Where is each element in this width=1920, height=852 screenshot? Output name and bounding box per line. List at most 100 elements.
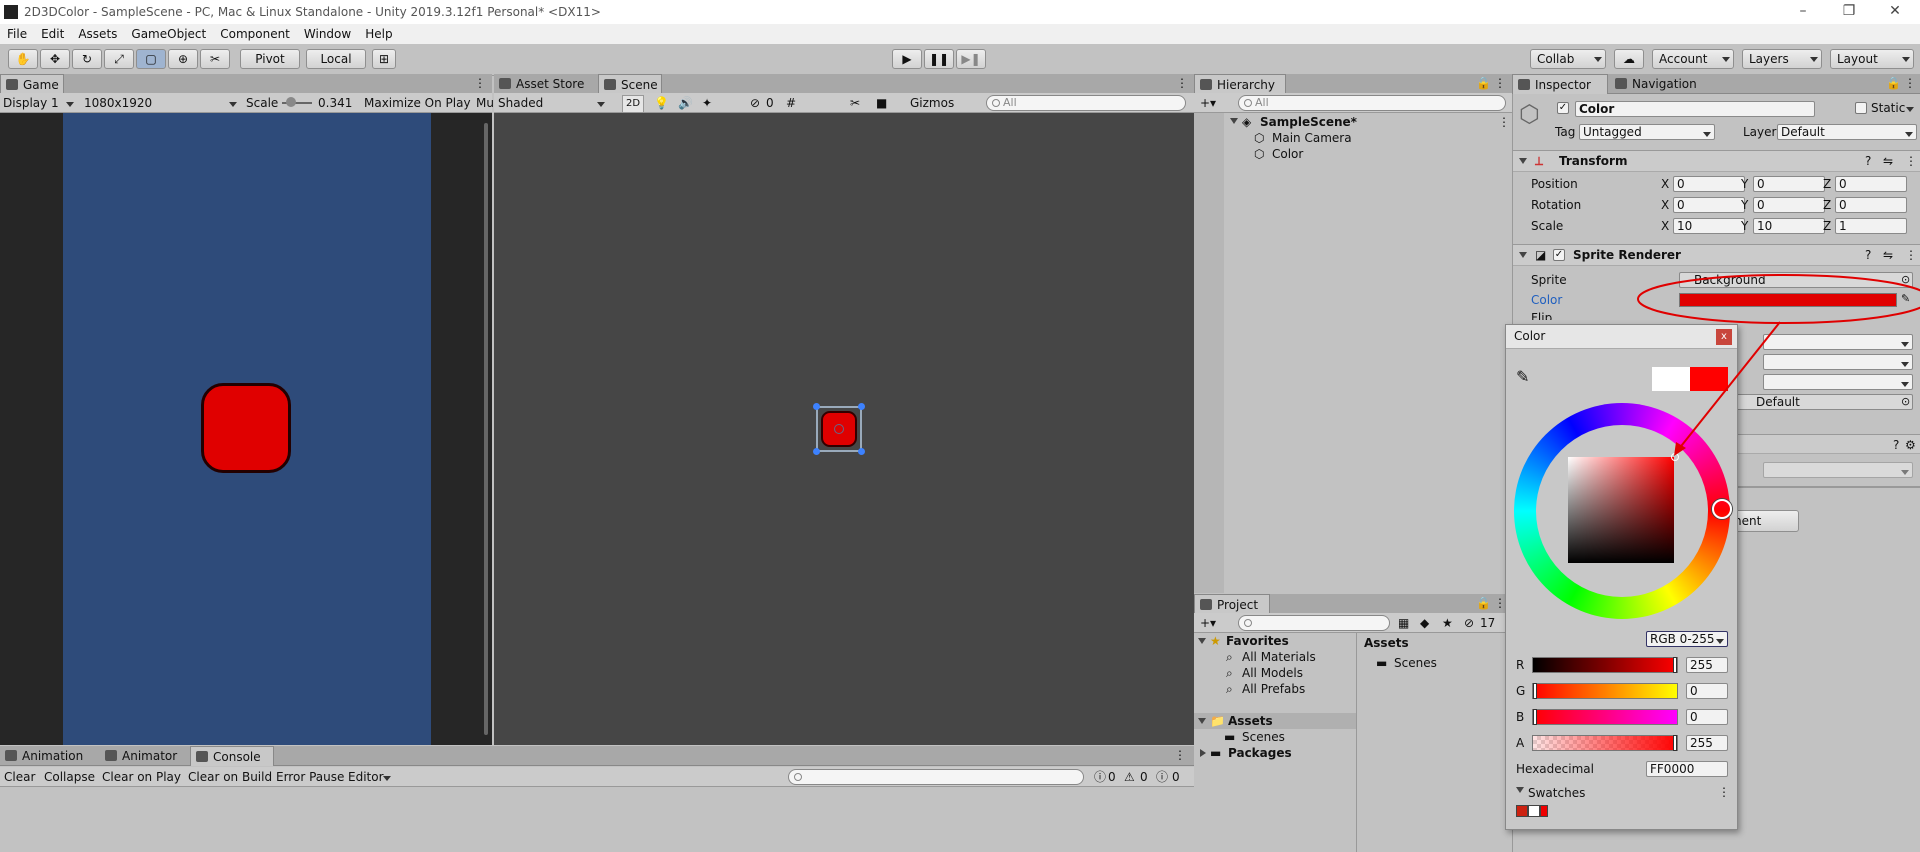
resolution-dropdown[interactable]: 1080x1920 [84, 95, 240, 111]
draw-mode-dropdown[interactable] [1763, 334, 1913, 350]
slider-knob[interactable] [1673, 657, 1677, 673]
swatch-add[interactable] [1540, 805, 1548, 817]
clear-button[interactable]: Clear [4, 769, 35, 785]
hierarchy-search-input[interactable]: All [1238, 95, 1506, 111]
sort-point-dropdown[interactable] [1763, 354, 1913, 370]
step-button[interactable]: ▶❚ [956, 49, 986, 69]
hand-tool-icon[interactable]: ✋ [8, 49, 38, 69]
static-checkbox[interactable] [1855, 102, 1867, 114]
info-icon[interactable]: ⓘ [1094, 769, 1106, 785]
favorites-label[interactable]: Favorites [1226, 633, 1289, 649]
scale-z-label[interactable]: Z [1823, 218, 1831, 234]
component-kebab-icon[interactable]: ⋮ [1905, 151, 1917, 171]
effects-icon[interactable]: ✦ [702, 95, 712, 111]
mask-interaction-dropdown[interactable] [1763, 374, 1913, 390]
expand-arrow-icon[interactable] [1198, 718, 1206, 728]
game-viewport[interactable] [0, 113, 492, 745]
object-name-field[interactable]: Color [1575, 101, 1815, 117]
local-button[interactable]: Local [306, 49, 366, 69]
layers-dropdown[interactable]: Layers [1742, 49, 1822, 69]
project-search-input[interactable] [1238, 615, 1390, 631]
scenes-folder-label[interactable]: Scenes [1242, 729, 1285, 745]
rotation-y-field[interactable]: 0 [1753, 197, 1825, 213]
camera-icon[interactable]: ■ [876, 95, 887, 111]
play-button[interactable]: ▶ [892, 49, 922, 69]
rotation-x-label[interactable]: X [1661, 197, 1669, 213]
eyedropper-icon[interactable]: ✎ [1516, 367, 1529, 386]
position-x-field[interactable]: 0 [1673, 176, 1745, 192]
sprite-field[interactable]: Background [1679, 272, 1913, 288]
hue-handle[interactable] [1712, 499, 1732, 519]
fav-all-prefabs[interactable]: All Prefabs [1242, 681, 1305, 697]
preset-icon[interactable]: ⇋ [1883, 151, 1893, 171]
channel-b-slider[interactable] [1532, 709, 1678, 725]
scale-tool-icon[interactable]: ⤢ [104, 49, 134, 69]
scene-search-input[interactable]: All [986, 95, 1186, 111]
color-field[interactable] [1679, 293, 1897, 307]
menu-help[interactable]: Help [358, 27, 399, 41]
close-icon[interactable]: ✕ [1872, 0, 1918, 24]
scene-kebab-icon[interactable]: ⋮ [1498, 114, 1510, 130]
close-icon[interactable]: x [1716, 329, 1732, 345]
tab-navigation[interactable]: Navigation [1610, 74, 1710, 94]
component-kebab-icon[interactable]: ⋮ [1905, 245, 1917, 265]
mute-audio-toggle[interactable]: Mu [476, 95, 494, 111]
tab-asset-store[interactable]: Asset Store [494, 74, 594, 94]
position-x-label[interactable]: X [1661, 176, 1669, 192]
pivot-button[interactable]: Pivot [240, 49, 300, 69]
expand-arrow-icon[interactable] [1519, 158, 1527, 168]
channel-g-slider[interactable] [1532, 683, 1678, 699]
corner-handle[interactable] [858, 448, 865, 455]
channel-a-input[interactable]: 255 [1686, 735, 1728, 751]
active-checkbox[interactable]: ✓ [1557, 102, 1569, 114]
menu-gameobject[interactable]: GameObject [124, 27, 213, 41]
shader-dropdown[interactable] [1763, 462, 1913, 478]
menu-kebab-icon[interactable]: ⋮ [1176, 76, 1188, 90]
object-picker-icon[interactable]: ⊙ [1901, 395, 1910, 408]
preset-icon[interactable]: ⇋ [1883, 245, 1893, 265]
collapse-arrow-icon[interactable] [1200, 749, 1210, 757]
pause-button[interactable]: ❚❚ [924, 49, 954, 69]
account-dropdown[interactable]: Account [1652, 49, 1734, 69]
scale-y-label[interactable]: Y [1741, 218, 1748, 234]
fav-all-models[interactable]: All Models [1242, 665, 1303, 681]
saturation-value-square[interactable] [1568, 457, 1674, 563]
rotate-tool-icon[interactable]: ↻ [72, 49, 102, 69]
fav-all-materials[interactable]: All Materials [1242, 649, 1316, 665]
warning-icon[interactable]: ⚠ [1124, 769, 1135, 785]
menu-kebab-icon[interactable]: ⋮ [1904, 76, 1916, 90]
clear-on-build-button[interactable]: Clear on Build [188, 769, 272, 785]
audio-icon[interactable]: 🔊 [678, 95, 693, 111]
transform-header[interactable]: ⟂ Transform ? ⇋ ⋮ [1513, 150, 1920, 172]
hidden-objects-icon[interactable]: ⊘ [750, 95, 760, 111]
expand-arrow-icon[interactable] [1230, 118, 1238, 128]
layout-dropdown[interactable]: Layout [1830, 49, 1914, 69]
collab-button[interactable]: Collab [1530, 49, 1606, 69]
channel-b-input[interactable]: 0 [1686, 709, 1728, 725]
menu-assets[interactable]: Assets [71, 27, 124, 41]
minimize-icon[interactable]: – [1780, 0, 1826, 24]
rect-tool-icon[interactable]: ▢ [136, 49, 166, 69]
channel-r-input[interactable]: 255 [1686, 657, 1728, 673]
swatch-menu-icon[interactable]: ⋮ [1718, 785, 1730, 799]
hex-input[interactable]: FF0000 [1646, 761, 1728, 777]
slider-knob[interactable] [1673, 735, 1677, 751]
expand-arrow-icon[interactable] [1519, 252, 1527, 262]
console-search-input[interactable] [788, 769, 1084, 785]
position-y-label[interactable]: Y [1741, 176, 1748, 192]
display-dropdown[interactable]: Display 1 [3, 95, 77, 111]
lock-icon[interactable]: 🔒 [1476, 76, 1491, 90]
menu-kebab-icon[interactable]: ⋮ [474, 76, 486, 90]
restore-icon[interactable]: ❐ [1826, 0, 1872, 24]
rotation-z-label[interactable]: Z [1823, 197, 1831, 213]
rotation-z-field[interactable]: 0 [1835, 197, 1907, 213]
swatch-color[interactable] [1516, 805, 1528, 817]
gizmos-dropdown[interactable]: Gizmos [910, 95, 954, 111]
rotation-x-field[interactable]: 0 [1673, 197, 1745, 213]
menu-edit[interactable]: Edit [34, 27, 71, 41]
slider-knob[interactable] [1533, 709, 1537, 725]
tab-inspector[interactable]: Inspector [1512, 74, 1608, 94]
tab-game[interactable]: Game [0, 74, 64, 94]
custom-tool-icon[interactable]: ✂ [200, 49, 230, 69]
favorite-star-icon[interactable]: ★ [1442, 615, 1453, 631]
